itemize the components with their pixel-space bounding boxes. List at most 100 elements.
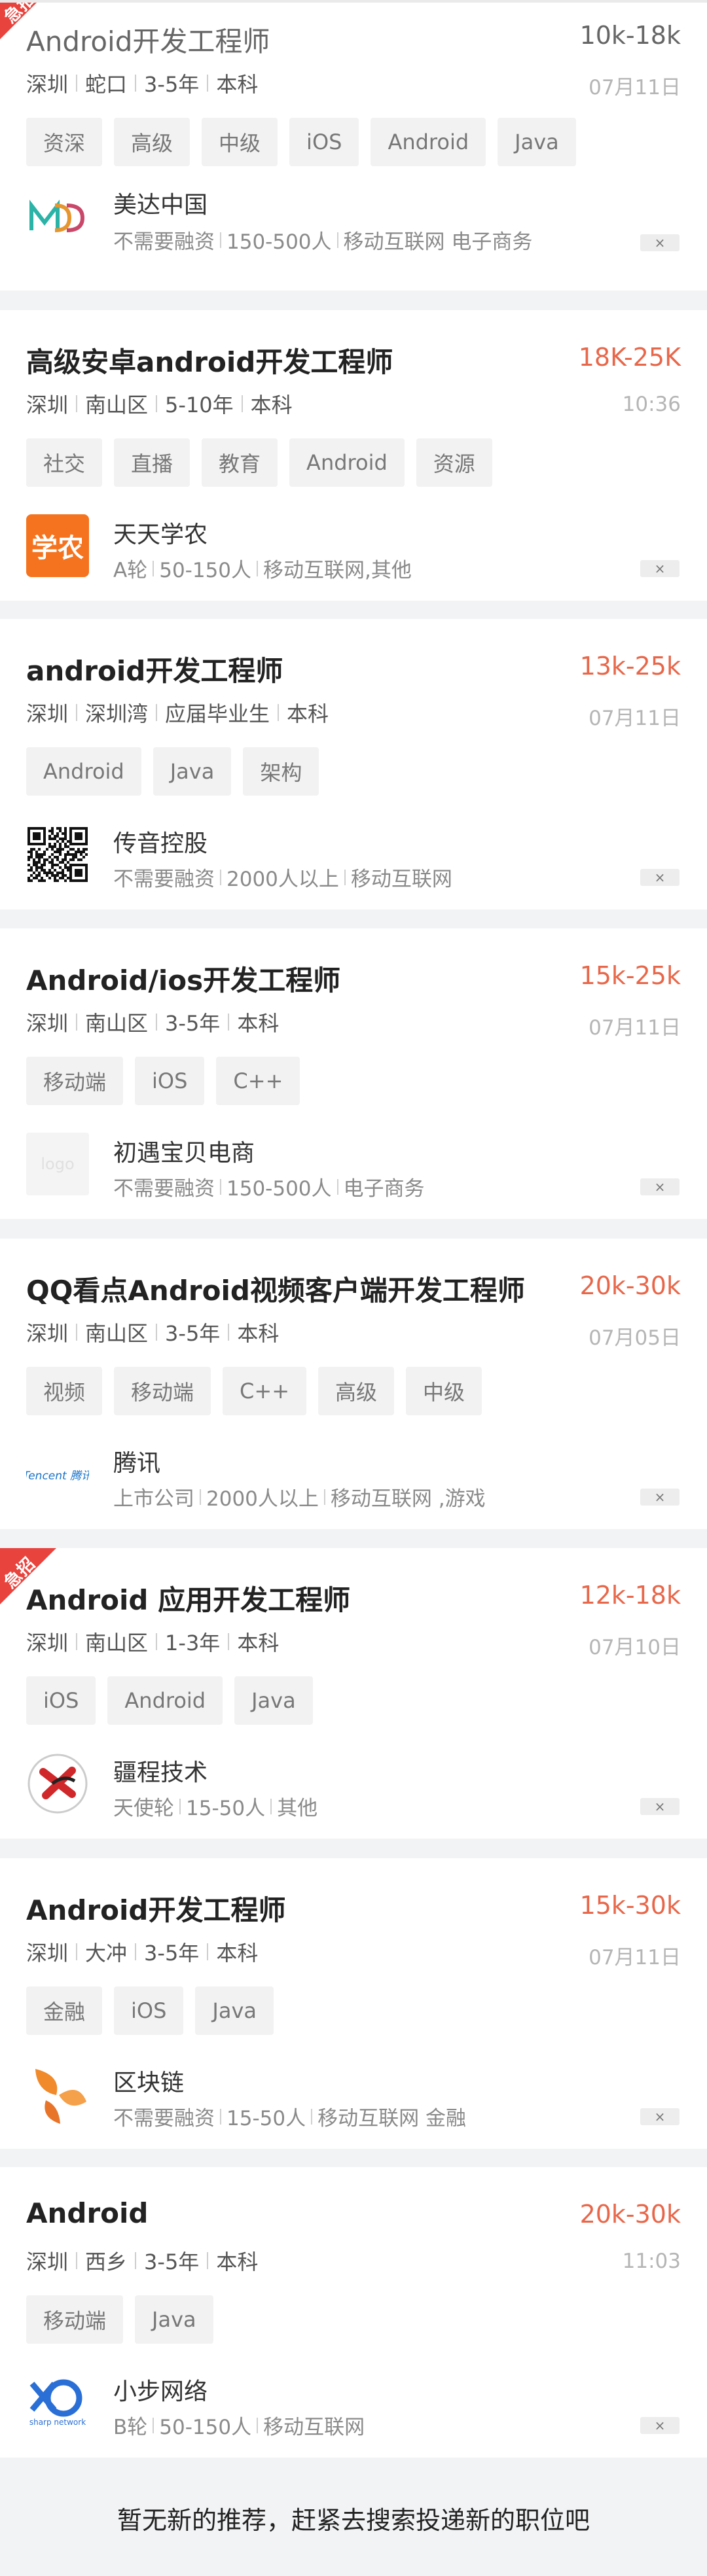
- skill-tag: Android: [26, 747, 141, 796]
- tag-list: 移动端 iOS C++: [26, 1057, 312, 1105]
- dismiss-close-icon[interactable]: ×: [640, 1178, 680, 1195]
- dismiss-close-icon[interactable]: ×: [640, 2108, 680, 2125]
- info-divider: [153, 560, 154, 576]
- company-info-item: 天使轮: [113, 1797, 174, 1820]
- meta-item: 本科: [237, 1321, 280, 1346]
- tag-list: iOS Android Java: [26, 1676, 325, 1725]
- dismiss-close-icon[interactable]: ×: [640, 234, 680, 251]
- logo-text: 学农: [31, 533, 84, 563]
- skill-tag: 移动端: [26, 2295, 124, 2344]
- skill-tag: 直播: [114, 438, 190, 487]
- tag-list: 移动端 Java: [26, 2295, 225, 2344]
- job-title: QQ看点Android视频客户端开发工程师: [26, 1275, 525, 1307]
- job-card[interactable]: Android/ios开发工程师 15k-25k 深圳 南山区 3-5年 本科 07月11日…: [0, 928, 707, 1219]
- meta-item: 大冲: [85, 1941, 128, 1966]
- meta-divider: [156, 395, 158, 412]
- skill-tag: Java: [498, 118, 576, 166]
- meta-item: 深圳: [26, 2250, 69, 2274]
- skill-tag: 金融: [26, 1986, 103, 2035]
- dismiss-close-icon[interactable]: ×: [640, 2417, 680, 2434]
- tencent-logo-icon: Tencent 腾讯: [26, 1443, 89, 1506]
- info-divider: [257, 560, 259, 576]
- dismiss-close-icon[interactable]: ×: [640, 1489, 680, 1506]
- company-name: 疆程技术: [113, 1759, 208, 1786]
- meta-item: 本科: [216, 72, 259, 97]
- logo-text: logo: [41, 1155, 75, 1173]
- company-info: 不需要融资 150-500人 移动互联网 电子商务: [113, 225, 532, 255]
- tag-list: Android Java 架构: [26, 747, 331, 796]
- tag-list: 社交 直播 教育 Android 资源: [26, 438, 504, 487]
- job-meta: 深圳 南山区 3-5年 本科: [26, 1007, 279, 1037]
- company-info-item: 2000人以上: [206, 1487, 319, 1511]
- company-info-item: 不需要融资: [113, 868, 215, 891]
- meta-item: 西乡: [85, 2250, 128, 2274]
- company-name: 初遇宝贝电商: [113, 1140, 255, 1167]
- job-meta: 深圳 大冲 3-5年 本科: [26, 1937, 258, 1967]
- skill-tag: 高级: [318, 1367, 395, 1415]
- post-date: 07月11日: [589, 1016, 681, 1040]
- dismiss-close-icon[interactable]: ×: [640, 1798, 680, 1815]
- job-card[interactable]: android开发工程师 13k-25k 深圳 深圳湾 应届毕业生 本科 07月11日 And…: [0, 619, 707, 909]
- skill-tag: iOS: [114, 1986, 184, 2035]
- job-card[interactable]: Android开发工程师 15k-30k 深圳 大冲 3-5年 本科 07月11日 金融 iOS…: [0, 1858, 707, 2149]
- skill-tag: 架构: [243, 747, 319, 796]
- post-date: 07月11日: [589, 1946, 681, 1969]
- footer-text: 暂无新的推荐，赶紧去搜索投递新的职位吧: [117, 2506, 590, 2535]
- skill-tag: Android: [107, 1676, 223, 1725]
- company-info-item: 电子商务: [343, 1177, 425, 1201]
- post-date: 07月11日: [589, 707, 681, 730]
- job-salary: 15k-30k: [579, 1891, 681, 1920]
- info-divider: [220, 869, 221, 885]
- meta-divider: [156, 704, 158, 721]
- company-name: 美达中国: [113, 192, 208, 219]
- company-info-item: 移动互联网 金融: [317, 2107, 466, 2130]
- meta-item: 深圳湾: [85, 701, 149, 726]
- info-divider: [270, 1798, 272, 1814]
- meta-divider: [135, 75, 137, 92]
- meta-item: 1-3年: [165, 1631, 221, 1655]
- company-info-item: 150-500人: [227, 230, 332, 254]
- info-divider: [200, 1489, 201, 1505]
- company-info-item: 15-50人: [186, 1797, 266, 1820]
- info-divider: [220, 2108, 221, 2125]
- skill-tag: Android: [371, 118, 486, 166]
- meta-item: 本科: [237, 1011, 280, 1036]
- job-salary: 15k-25k: [579, 961, 681, 990]
- skill-tag: 移动端: [114, 1367, 211, 1415]
- meta-divider: [135, 1943, 137, 1960]
- job-meta: 深圳 深圳湾 应届毕业生 本科: [26, 697, 329, 728]
- post-date: 11:03: [622, 2250, 681, 2273]
- job-card[interactable]: 急招 Android 应用开发工程师 12k-18k 深圳 南山区 1-3年 本科 07月10…: [0, 1548, 707, 1839]
- job-salary: 20k-30k: [579, 1271, 681, 1300]
- meta-item: 应届毕业生: [165, 701, 270, 726]
- job-card[interactable]: 高级安卓android开发工程师 18K-25K 深圳 南山区 5-10年 本科 10:36…: [0, 310, 707, 601]
- job-meta: 深圳 南山区 3-5年 本科: [26, 1317, 279, 1347]
- company-info-item: 移动互联网: [263, 2416, 365, 2439]
- skill-tag: Java: [234, 1676, 313, 1725]
- company-info-item: 不需要融资: [113, 1177, 215, 1201]
- company-info-item: 2000人以上: [227, 868, 339, 891]
- job-card[interactable]: 急招 Android开发工程师 10k-18k 深圳 蛇口 3-5年 本科 07月11日 资深高…: [0, 0, 707, 291]
- info-divider: [323, 1489, 325, 1505]
- meta-item: 3-5年: [144, 1941, 200, 1966]
- meta-item: 南山区: [85, 1321, 149, 1346]
- meta-divider: [76, 395, 78, 412]
- skill-tag: 高级: [114, 118, 190, 166]
- post-date: 07月11日: [589, 76, 681, 99]
- meta-item: 本科: [216, 2250, 259, 2274]
- meta-divider: [278, 704, 280, 721]
- meida-logo-icon: [26, 191, 89, 254]
- job-card[interactable]: Android 20k-30k 深圳 西乡 3-5年 本科 11:03 移动端 Java shar…: [0, 2167, 707, 2458]
- skill-tag: Java: [195, 1986, 274, 2035]
- dismiss-close-icon[interactable]: ×: [640, 869, 680, 886]
- tag-list: 视频 移动端 C++ 高级 中级: [26, 1367, 494, 1415]
- meta-divider: [76, 75, 78, 92]
- job-card[interactable]: QQ看点Android视频客户端开发工程师 20k-30k 深圳 南山区 3-5年 本科 0…: [0, 1239, 707, 1529]
- dismiss-close-icon[interactable]: ×: [640, 560, 680, 577]
- company-info-item: 50-150人: [159, 2416, 252, 2439]
- skill-tag: 资深: [26, 118, 103, 166]
- meta-divider: [207, 1943, 209, 1960]
- meta-item: 深圳: [26, 1321, 69, 1346]
- job-title: android开发工程师: [26, 655, 283, 687]
- meta-item: 本科: [250, 393, 293, 417]
